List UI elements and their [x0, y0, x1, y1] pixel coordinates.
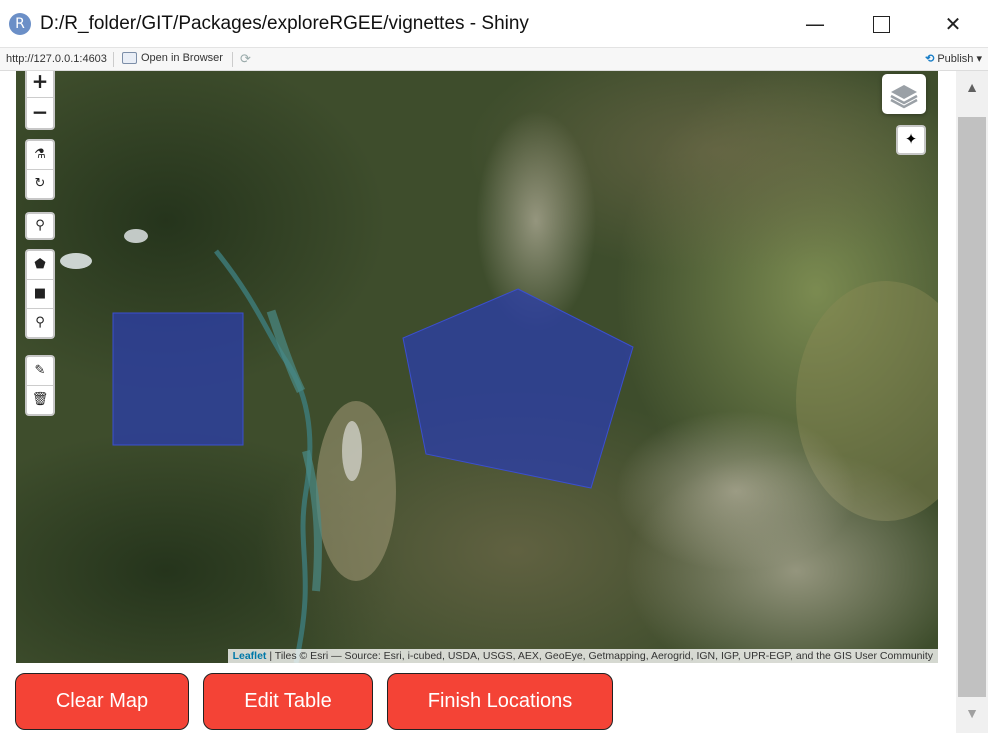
- zoom-out-button[interactable]: −: [27, 98, 53, 128]
- publish-button[interactable]: ⟲ Publish ▾: [925, 52, 982, 65]
- measure-control: ⚗ ↻: [25, 139, 55, 200]
- drawn-polygon[interactable]: [402, 288, 634, 489]
- maximize-button[interactable]: [858, 8, 904, 40]
- draw-marker-icon[interactable]: ⚲: [27, 309, 53, 337]
- leaflet-map[interactable]: + − ⚗ ↻ ⚲ ⬟ ■ ⚲ ✎ 🗑 ✦ Leaflet | Tiles © …: [16, 71, 938, 663]
- edit-table-button[interactable]: Edit Table: [203, 673, 373, 730]
- draw-polygon-icon[interactable]: ⬟: [27, 251, 53, 280]
- draw-rectangle-icon[interactable]: ■: [27, 280, 53, 309]
- toolbar-divider: [113, 52, 114, 67]
- scrollbar-thumb[interactable]: [958, 117, 986, 697]
- magic-wand-button[interactable]: ✦: [896, 125, 926, 155]
- layers-icon: [890, 85, 918, 109]
- trash-icon[interactable]: 🗑: [27, 386, 53, 414]
- flask-icon[interactable]: ⚗: [27, 141, 53, 170]
- leaflet-link[interactable]: Leaflet: [233, 650, 267, 662]
- r-app-icon: R: [9, 13, 31, 35]
- search-control: ⚲: [25, 212, 55, 240]
- search-icon[interactable]: ⚲: [27, 214, 53, 238]
- layers-control[interactable]: [882, 74, 926, 114]
- finish-locations-button[interactable]: Finish Locations: [387, 673, 613, 730]
- close-button[interactable]: ✕: [930, 8, 976, 40]
- publish-label: Publish: [937, 53, 974, 65]
- window-title: D:/R_folder/GIT/Packages/exploreRGEE/vig…: [40, 13, 529, 34]
- clear-map-button[interactable]: Clear Map: [15, 673, 189, 730]
- publish-icon: ⟲: [925, 53, 935, 65]
- drawn-shapes-layer: [112, 288, 634, 489]
- attribution-text: | Tiles © Esri — Source: Esri, i-cubed, …: [266, 650, 933, 662]
- draw-toolbar: ⬟ ■ ⚲: [25, 249, 55, 339]
- edit-toolbar: ✎ 🗑: [25, 355, 55, 416]
- minimize-button[interactable]: —: [792, 8, 838, 40]
- url-label: http://127.0.0.1:4603: [6, 53, 107, 65]
- scroll-up-arrow[interactable]: ▲: [956, 79, 988, 99]
- map-attribution: Leaflet | Tiles © Esri — Source: Esri, i…: [227, 649, 938, 663]
- window-titlebar: R D:/R_folder/GIT/Packages/exploreRGEE/v…: [0, 0, 988, 48]
- zoom-in-button[interactable]: +: [27, 71, 53, 98]
- vertical-scrollbar[interactable]: ▲ ▼: [956, 71, 988, 733]
- reset-view-icon[interactable]: ↻: [27, 170, 53, 198]
- magic-wand-icon: ✦: [904, 131, 918, 148]
- edit-layers-icon[interactable]: ✎: [27, 357, 53, 386]
- open-in-browser-label: Open in Browser: [141, 52, 223, 64]
- toolbar-divider: [232, 52, 233, 67]
- open-in-browser-button[interactable]: Open in Browser: [122, 52, 223, 65]
- zoom-control: + −: [25, 71, 55, 130]
- chevron-down-icon: ▾: [976, 53, 982, 65]
- scroll-down-arrow[interactable]: ▼: [956, 705, 988, 725]
- viewer-toolbar: http://127.0.0.1:4603 Open in Browser ⟳ …: [0, 48, 988, 71]
- drawn-rectangle[interactable]: [112, 312, 244, 446]
- refresh-icon[interactable]: ⟳: [240, 51, 251, 67]
- browser-icon: [122, 52, 137, 65]
- maximize-icon: [872, 16, 890, 33]
